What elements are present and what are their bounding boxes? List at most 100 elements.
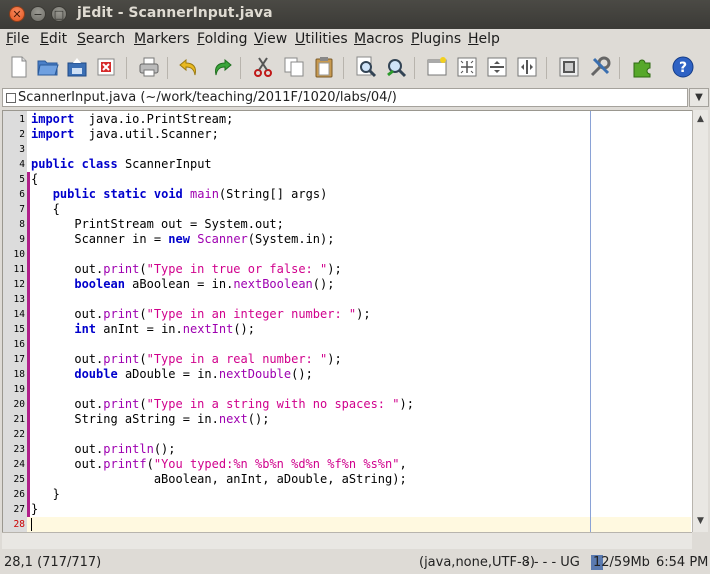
line-number: 21	[13, 414, 25, 425]
cut-icon[interactable]	[250, 54, 276, 80]
line-number: 25	[13, 474, 25, 485]
buffer-label: ScannerInput.java (~/work/teaching/2011F…	[18, 90, 397, 105]
memory-indicator[interactable]: 12/59Mb	[591, 555, 653, 570]
line-number: 17	[13, 354, 25, 365]
line-number: 15	[13, 324, 25, 335]
code-line[interactable]: Scanner in = new Scanner(System.in);	[31, 232, 334, 247]
line-number: 3	[19, 144, 25, 155]
menu-folding[interactable]: Folding	[197, 31, 248, 47]
line-number: 7	[19, 204, 25, 215]
close-buffer-icon[interactable]	[93, 54, 119, 80]
line-number: 9	[19, 234, 25, 245]
buffer-select[interactable]: ScannerInput.java (~/work/teaching/2011F…	[2, 88, 688, 107]
find-next-icon[interactable]	[383, 54, 409, 80]
line-number: 16	[13, 339, 25, 350]
code-line[interactable]: out.print("Type in a string with no spac…	[31, 397, 414, 412]
code-line[interactable]: out.print("Type in an integer number: ")…	[31, 307, 370, 322]
code-line[interactable]: String aString = in.next();	[31, 412, 269, 427]
reload-icon[interactable]	[64, 54, 90, 80]
buffer-switcher: ScannerInput.java (~/work/teaching/2011F…	[0, 87, 710, 109]
plugin-manager-icon[interactable]	[629, 54, 655, 80]
unsplit-icon[interactable]	[514, 54, 540, 80]
line-number: 6	[19, 189, 25, 200]
code-line[interactable]: int anInt = in.nextInt();	[31, 322, 255, 337]
code-line[interactable]: }	[31, 502, 38, 517]
code-line[interactable]: }	[31, 487, 60, 502]
text-area[interactable]: 1 2 3 4 5 6 7 8 9 10 11 12 13 14 15 16 17 18 19 20 21 22 23 24 2…	[2, 110, 692, 532]
menu-edit[interactable]: Edit	[40, 31, 67, 47]
code-line[interactable]: aBoolean, anInt, aDouble, aString);	[31, 472, 407, 487]
line-number: 13	[13, 294, 25, 305]
text-caret	[31, 518, 32, 531]
code-line[interactable]: public class ScannerInput	[31, 157, 212, 172]
window-title: jEdit - ScannerInput.java	[77, 5, 273, 21]
title-bar: ✕ − □ jEdit - ScannerInput.java	[0, 0, 710, 29]
minimize-window-button[interactable]: −	[30, 6, 46, 22]
line-number: 10	[13, 249, 25, 260]
code-line[interactable]: out.print("Type in true or false: ");	[31, 262, 341, 277]
code-line[interactable]: out.printf("You typed:%n %b%n %d%n %f%n …	[31, 457, 406, 472]
menu-macros[interactable]: Macros	[354, 31, 404, 47]
line-number: 28	[13, 519, 25, 530]
code-line[interactable]: out.println();	[31, 442, 175, 457]
line-number: 18	[13, 369, 25, 380]
open-file-icon[interactable]	[35, 54, 61, 80]
svg-text:?: ?	[679, 60, 687, 76]
code-line[interactable]: {	[31, 202, 60, 217]
code-line[interactable]: import java.io.PrintStream;	[31, 112, 233, 127]
status-flags[interactable]: - - - - UG	[525, 555, 580, 570]
vertical-scrollbar[interactable]: ▲ ▼	[692, 110, 708, 532]
split-horizontal-icon[interactable]	[454, 54, 480, 80]
line-number-gutter[interactable]: 1 2 3 4 5 6 7 8 9 10 11 12 13 14 15 16 17 18 19 20 21 22 23 24 2…	[3, 111, 27, 532]
line-number: 1	[19, 114, 25, 125]
code-line[interactable]: public static void main(String[] args)	[31, 187, 328, 202]
find-icon[interactable]	[353, 54, 379, 80]
split-vertical-icon[interactable]	[484, 54, 510, 80]
line-number: 22	[13, 429, 25, 440]
buffer-unsaved-indicator	[6, 93, 16, 103]
menu-utilities[interactable]: Utilities	[295, 31, 348, 47]
menu-plugins[interactable]: Plugins	[411, 31, 461, 47]
paste-icon[interactable]	[311, 54, 337, 80]
code-line[interactable]: double aDouble = in.nextDouble();	[31, 367, 312, 382]
maximize-window-button[interactable]: □	[51, 6, 67, 22]
toolbar: ?	[0, 49, 710, 87]
code-line[interactable]: PrintStream out = System.out;	[31, 217, 284, 232]
menu-file[interactable]: File	[6, 31, 29, 47]
close-window-button[interactable]: ✕	[9, 6, 25, 22]
new-view-icon[interactable]	[424, 54, 450, 80]
scroll-down-icon[interactable]: ▼	[693, 514, 708, 529]
line-number: 11	[13, 264, 25, 275]
menu-markers[interactable]: Markers	[134, 31, 190, 47]
line-number: 2	[19, 129, 25, 140]
menu-search[interactable]: Search	[77, 31, 125, 47]
global-options-icon[interactable]	[587, 54, 613, 80]
line-number: 5	[19, 174, 25, 185]
caret-position[interactable]: 28,1 (717/717)	[4, 555, 101, 570]
new-file-icon[interactable]	[6, 54, 32, 80]
code-line[interactable]: import java.util.Scanner;	[31, 127, 219, 142]
code-line[interactable]: out.print("Type in a real number: ");	[31, 352, 341, 367]
help-icon[interactable]: ?	[670, 54, 696, 80]
line-number: 23	[13, 444, 25, 455]
print-icon[interactable]	[136, 54, 162, 80]
buffer-dropdown-button[interactable]: ▼	[689, 88, 709, 107]
buffer-options-icon[interactable]	[556, 54, 582, 80]
horizontal-scrollbar[interactable]	[2, 532, 692, 549]
buffer-mode[interactable]: (java,none,UTF-8)	[419, 555, 535, 570]
menu-help[interactable]: Help	[468, 31, 500, 47]
line-number: 19	[13, 384, 25, 395]
copy-icon[interactable]	[281, 54, 307, 80]
redo-icon[interactable]	[209, 54, 235, 80]
memory-usage: 12/59Mb	[593, 555, 650, 570]
code-line[interactable]: boolean aBoolean = in.nextBoolean();	[31, 277, 334, 292]
code-area[interactable]: import java.io.PrintStream; import java.u…	[31, 111, 691, 532]
status-bar: 28,1 (717/717) (java,none,UTF-8) - - - -…	[0, 553, 710, 574]
undo-icon[interactable]	[176, 54, 202, 80]
line-number: 14	[13, 309, 25, 320]
line-number: 4	[19, 159, 25, 170]
menu-view[interactable]: View	[254, 31, 287, 47]
structure-highlight-bar	[27, 172, 30, 517]
scroll-up-icon[interactable]: ▲	[693, 112, 708, 127]
code-line[interactable]: {	[31, 172, 38, 187]
